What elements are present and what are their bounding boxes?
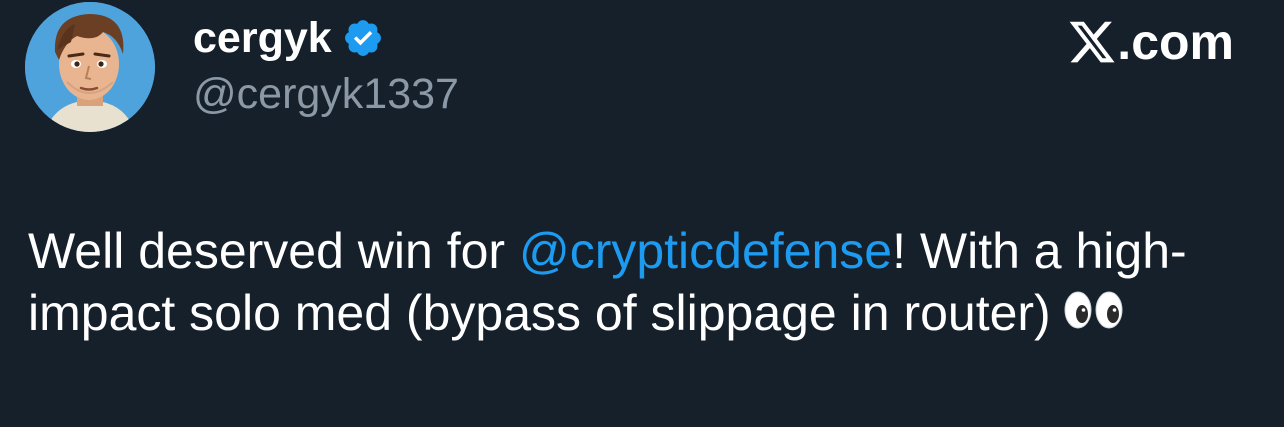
tweet-card: cergyk @cergyk1337 .com Well deserved wi… xyxy=(0,0,1284,427)
brand-domain: .com xyxy=(1117,14,1234,70)
brand-logo: .com xyxy=(1067,14,1234,70)
eyes-emoji-icon xyxy=(1063,282,1125,344)
verified-badge-icon xyxy=(342,17,384,59)
cartoon-avatar-icon xyxy=(25,2,155,132)
author-name-row[interactable]: cergyk xyxy=(193,10,384,66)
author-handle[interactable]: @cergyk1337 xyxy=(193,70,459,119)
tweet-text: Well deserved win for @crypticdefense! W… xyxy=(28,220,1258,348)
x-logo-icon xyxy=(1067,17,1117,67)
display-name[interactable]: cergyk xyxy=(193,14,332,63)
avatar[interactable] xyxy=(25,2,155,132)
mention-link[interactable]: @crypticdefense xyxy=(519,223,892,279)
tweet-text-part: Well deserved win for xyxy=(28,223,519,279)
